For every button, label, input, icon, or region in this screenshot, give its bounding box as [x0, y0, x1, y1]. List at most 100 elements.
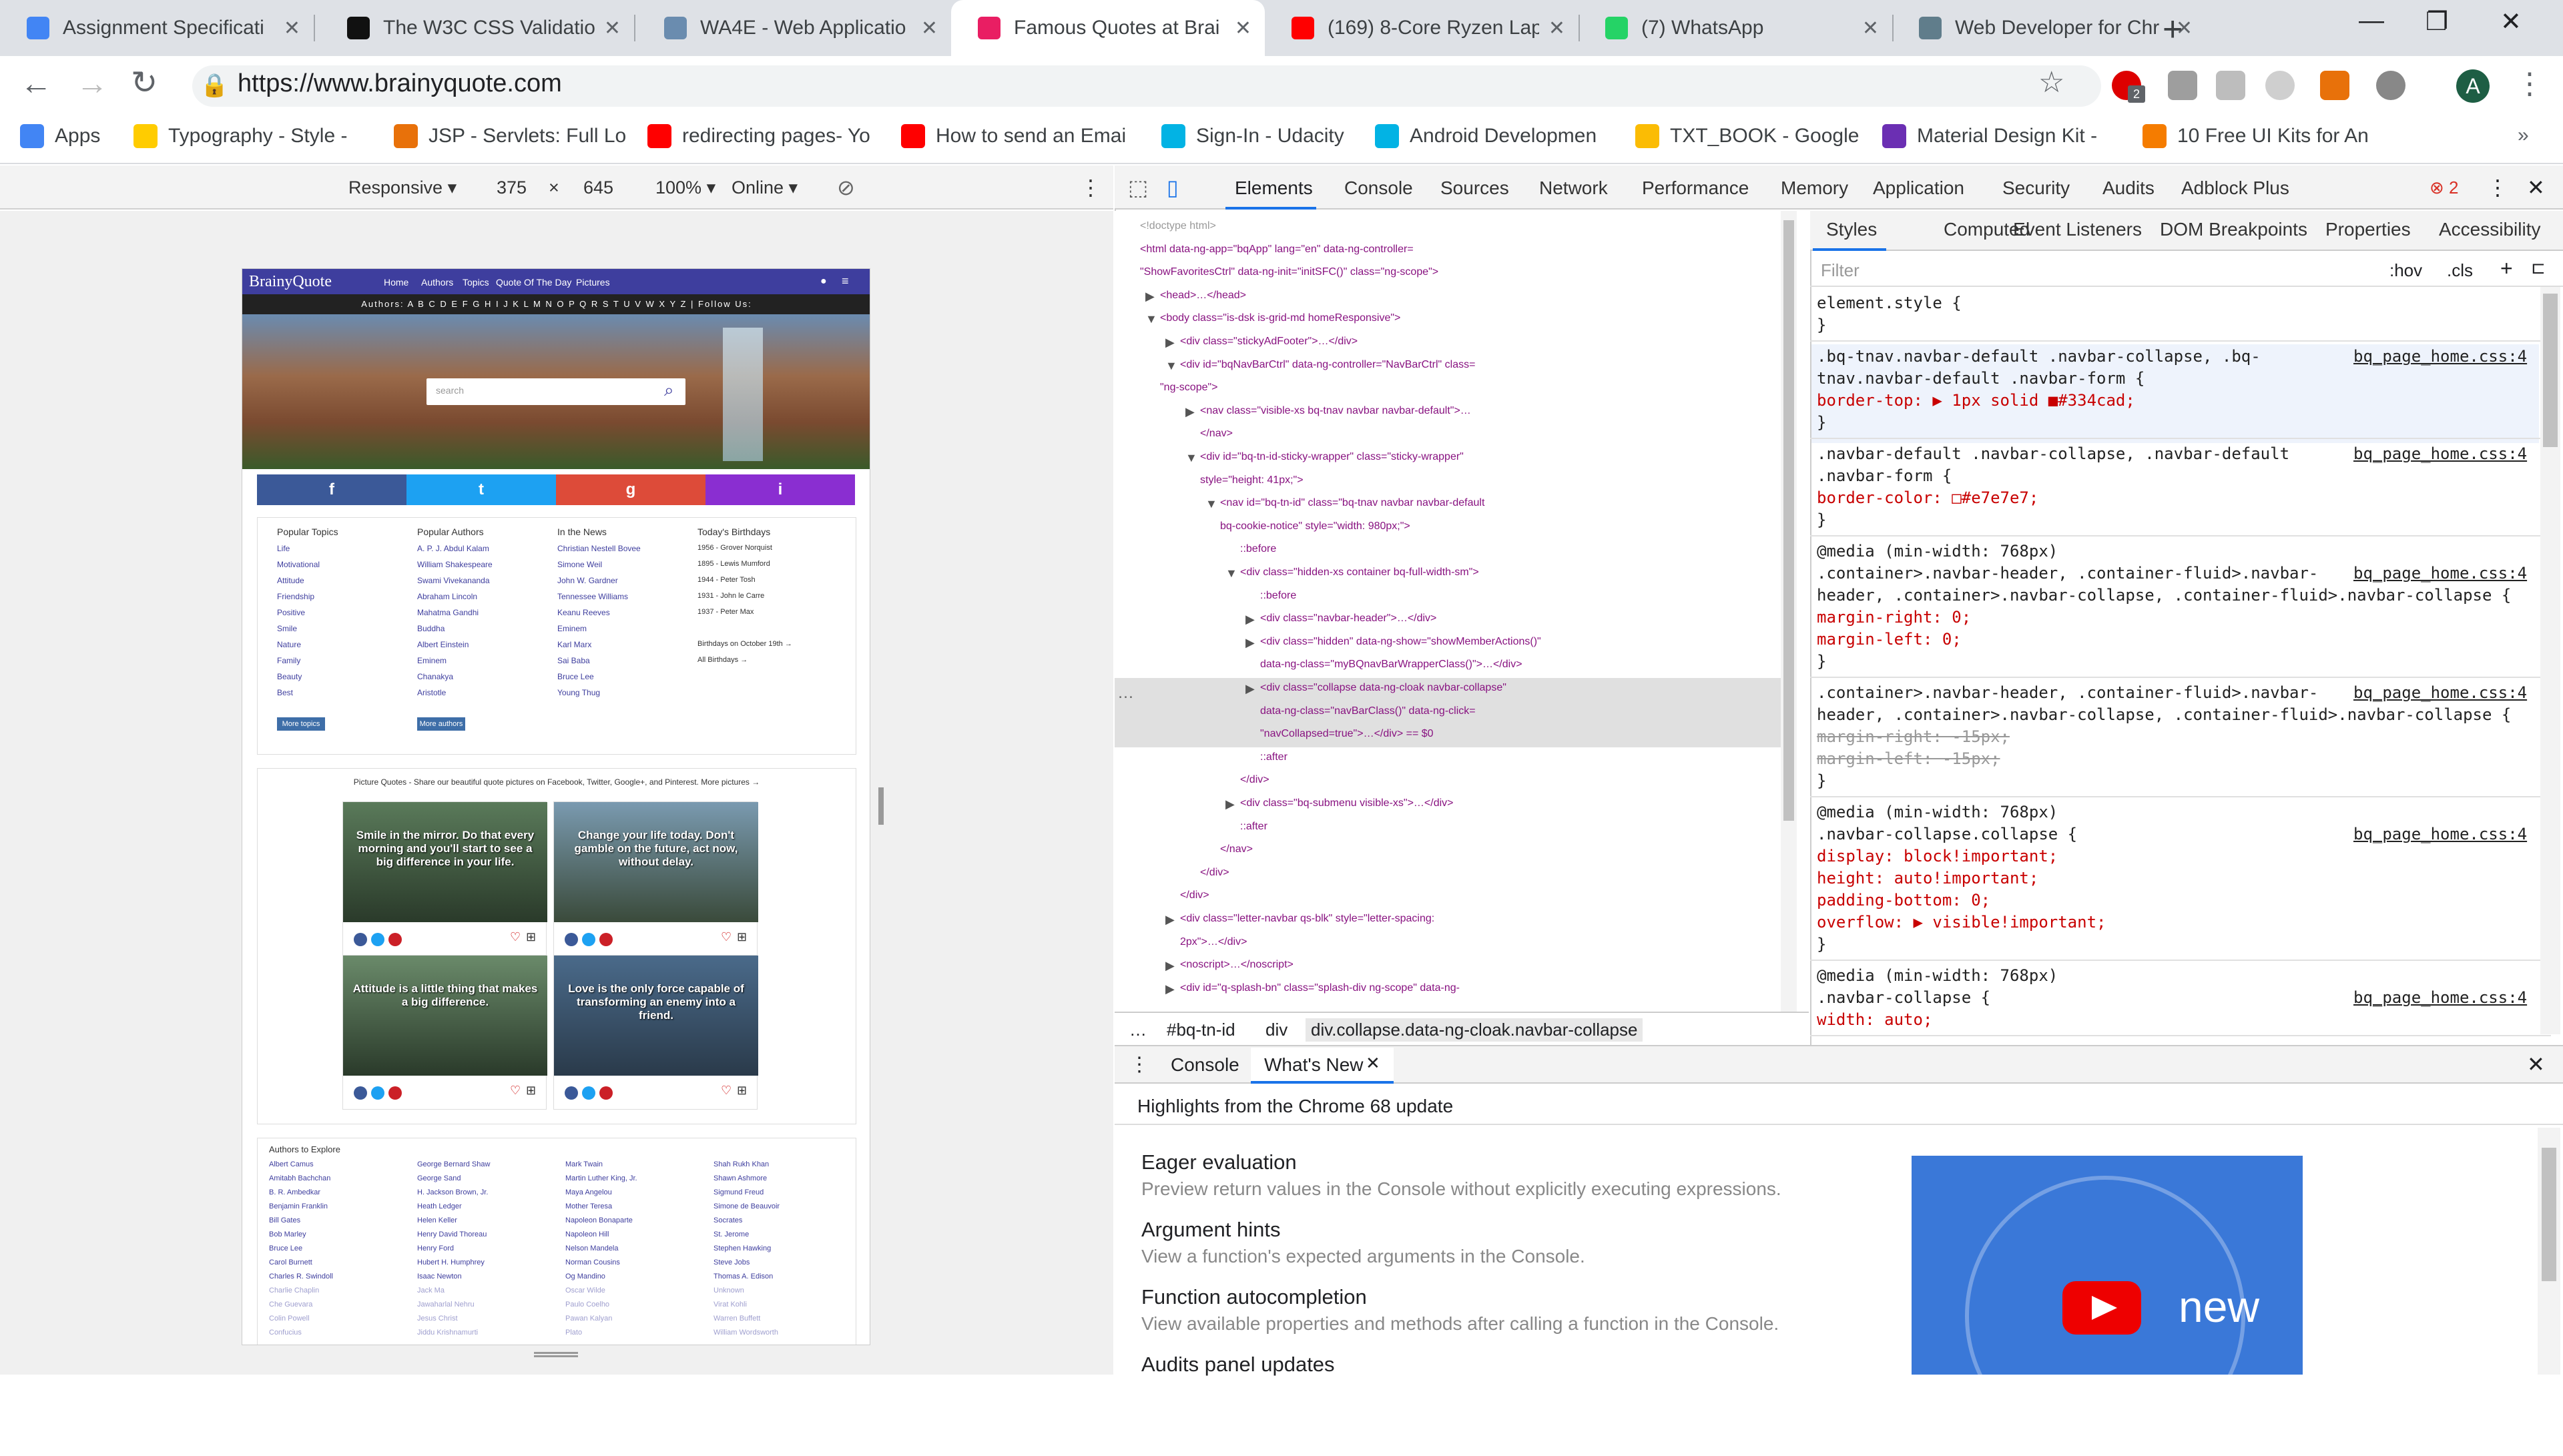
node-ellipsis-icon[interactable]: …: [1117, 683, 1134, 703]
add-icon[interactable]: ⊞: [737, 1084, 747, 1098]
style-line[interactable]: display: block!important;: [1817, 847, 2058, 865]
explore-author-link[interactable]: Jesus Christ: [417, 1315, 458, 1323]
tree-toggle-icon[interactable]: ▼: [1185, 451, 1197, 465]
dom-node-line[interactable]: "navCollapsed=true">…</div> == $0: [1260, 728, 1434, 740]
style-line[interactable]: padding-bottom: 0;: [1817, 891, 1990, 909]
explore-author-link[interactable]: Henry Ford: [417, 1244, 454, 1252]
explore-author-link[interactable]: Norman Cousins: [565, 1258, 620, 1266]
dom-node-line[interactable]: "ShowFavoritesCtrl" data-ng-init="initSF…: [1140, 266, 1438, 278]
inspect-element-icon[interactable]: ⬚: [1128, 175, 1148, 200]
drawer-scroll-thumb[interactable]: [2542, 1148, 2556, 1281]
dom-node-line[interactable]: <nav id="bq-tn-id" class="bq-tnav navbar…: [1220, 497, 1484, 509]
explore-author-link[interactable]: Jack Ma: [417, 1287, 445, 1295]
devtools-tab-sources[interactable]: Sources: [1440, 177, 1509, 199]
error-count-badge[interactable]: ⊗ 2: [2430, 177, 2458, 198]
tab-close-icon[interactable]: ✕: [1862, 17, 1879, 40]
user-icon[interactable]: ●: [820, 276, 827, 288]
add-icon[interactable]: ⊞: [737, 930, 747, 944]
google-share-button[interactable]: g: [556, 474, 705, 505]
viewport-resize-handle[interactable]: [878, 787, 884, 825]
dom-node-line[interactable]: </nav>: [1220, 843, 1253, 855]
facebook-icon[interactable]: [565, 1086, 578, 1100]
minimize-button[interactable]: —: [2359, 7, 2384, 35]
site-menu-icon[interactable]: ≡: [842, 274, 849, 288]
tree-toggle-icon[interactable]: ▶: [1245, 613, 1255, 627]
bookmarks-overflow-icon[interactable]: »: [2518, 124, 2529, 147]
explore-author-link[interactable]: William Wordsworth: [714, 1329, 778, 1337]
dom-node-line[interactable]: <div class="letter-navbar qs-blk" style=…: [1180, 913, 1434, 925]
column-link[interactable]: Family: [277, 656, 300, 665]
dom-node-line[interactable]: <div id="bq-tn-id-sticky-wrapper" class=…: [1200, 451, 1464, 463]
whatsnew-video-thumbnail[interactable]: [1912, 1156, 2303, 1456]
tree-toggle-icon[interactable]: ▶: [1165, 913, 1175, 927]
dom-node-line[interactable]: ::after: [1240, 821, 1267, 833]
style-source-link[interactable]: bq_page_home.css:4: [2353, 444, 2527, 463]
column-link[interactable]: Abraham Lincoln: [417, 592, 477, 601]
dom-node-line[interactable]: ::before: [1240, 543, 1276, 555]
column-link[interactable]: Eminem: [417, 656, 447, 665]
column-link[interactable]: Tennessee Williams: [557, 592, 628, 601]
tree-toggle-icon[interactable]: ▶: [1165, 982, 1175, 996]
elements-scroll-thumb[interactable]: [1783, 220, 1794, 821]
style-source-link[interactable]: bq_page_home.css:4: [2353, 683, 2527, 702]
whatsnew-title[interactable]: Argument hints: [1141, 1218, 1281, 1242]
style-line[interactable]: overflow: ▶ visible!important;: [1817, 913, 2106, 932]
style-line[interactable]: margin-left: -15px;: [1817, 749, 2000, 768]
site-nav-pictures[interactable]: Pictures: [576, 277, 610, 288]
explore-author-link[interactable]: Amitabh Bachchan: [269, 1174, 330, 1182]
breadcrumb-item[interactable]: div: [1260, 1018, 1293, 1042]
column-link[interactable]: 1931 - John le Carre: [697, 592, 764, 600]
heart-icon[interactable]: ♡: [721, 1084, 732, 1098]
device-more-icon[interactable]: ⋮: [1080, 175, 1101, 200]
browser-tab[interactable]: Famous Quotes at Brai ✕: [951, 0, 1265, 56]
site-search-input[interactable]: [426, 378, 685, 405]
explore-author-link[interactable]: Bob Marley: [269, 1230, 306, 1238]
explore-author-link[interactable]: Che Guevara: [269, 1301, 312, 1309]
explore-author-link[interactable]: B. R. Ambedkar: [269, 1188, 320, 1196]
explore-author-link[interactable]: Nelson Mandela: [565, 1244, 619, 1252]
explore-author-link[interactable]: Thomas A. Edison: [714, 1272, 773, 1281]
dom-node-line[interactable]: <div class="bq-submenu visible-xs">…</di…: [1240, 797, 1454, 809]
column-link[interactable]: Chanakya: [417, 672, 453, 681]
back-icon[interactable]: ←: [20, 65, 52, 102]
explore-author-link[interactable]: Maya Angelou: [565, 1188, 612, 1196]
dom-node-line[interactable]: data-ng-class="myBQnavBarWrapperClass()"…: [1260, 659, 1522, 671]
explore-author-link[interactable]: Mother Teresa: [565, 1202, 612, 1210]
close-window-button[interactable]: ✕: [2500, 7, 2522, 37]
explore-author-link[interactable]: Carol Burnett: [269, 1258, 312, 1266]
column-link[interactable]: William Shakespeare: [417, 560, 493, 569]
explore-author-link[interactable]: Pawan Kalyan: [565, 1315, 612, 1323]
column-link[interactable]: Smile: [277, 624, 297, 633]
styles-scroll-thumb[interactable]: [2543, 294, 2558, 447]
network-select[interactable]: Online ▾: [732, 177, 798, 198]
column-link[interactable]: Eminem: [557, 624, 587, 633]
bookmark-item[interactable]: redirecting pages- Yo: [647, 124, 870, 148]
bookmark-item[interactable]: Apps: [20, 124, 100, 148]
bookmark-item[interactable]: Material Design Kit -: [1882, 124, 2097, 148]
breadcrumb-item[interactable]: div.collapse.data-ng-cloak.navbar-collap…: [1306, 1018, 1643, 1042]
twitter-icon[interactable]: [582, 933, 595, 946]
lock-icon[interactable]: 🔒: [200, 72, 228, 99]
column-link[interactable]: John W. Gardner: [557, 576, 618, 585]
drawer-tab-console[interactable]: Console: [1171, 1054, 1239, 1076]
explore-author-link[interactable]: Isaac Newton: [417, 1272, 462, 1281]
site-nav-quote-of-the-day[interactable]: Quote Of The Day: [496, 277, 571, 288]
explore-author-link[interactable]: Paulo Coelho: [565, 1301, 609, 1309]
explore-author-link[interactable]: George Bernard Shaw: [417, 1160, 490, 1168]
styles-tab-accessibility[interactable]: Accessibility: [2439, 219, 2540, 240]
facebook-icon[interactable]: [565, 933, 578, 946]
devtools-tab-performance[interactable]: Performance: [1642, 177, 1749, 199]
site-nav-topics[interactable]: Topics: [463, 277, 489, 288]
bookmark-item[interactable]: JSP - Servlets: Full Lo: [394, 124, 626, 148]
add-icon[interactable]: ⊞: [526, 930, 536, 944]
explore-author-link[interactable]: Hubert H. Humphrey: [417, 1258, 485, 1266]
tree-toggle-icon[interactable]: ▶: [1225, 797, 1235, 811]
dom-node-line[interactable]: <div class="collapse data-ng-cloak navba…: [1260, 682, 1506, 694]
site-nav-home[interactable]: Home: [384, 277, 408, 288]
explore-author-link[interactable]: Stephen Hawking: [714, 1244, 771, 1252]
extension-hand-icon[interactable]: [2265, 71, 2295, 100]
profile-avatar[interactable]: A: [2456, 69, 2490, 103]
dom-node-line[interactable]: <!doctype html>: [1140, 220, 1216, 232]
dom-node-line[interactable]: <head>…</head>: [1160, 290, 1246, 302]
explore-author-link[interactable]: Martin Luther King, Jr.: [565, 1174, 637, 1182]
